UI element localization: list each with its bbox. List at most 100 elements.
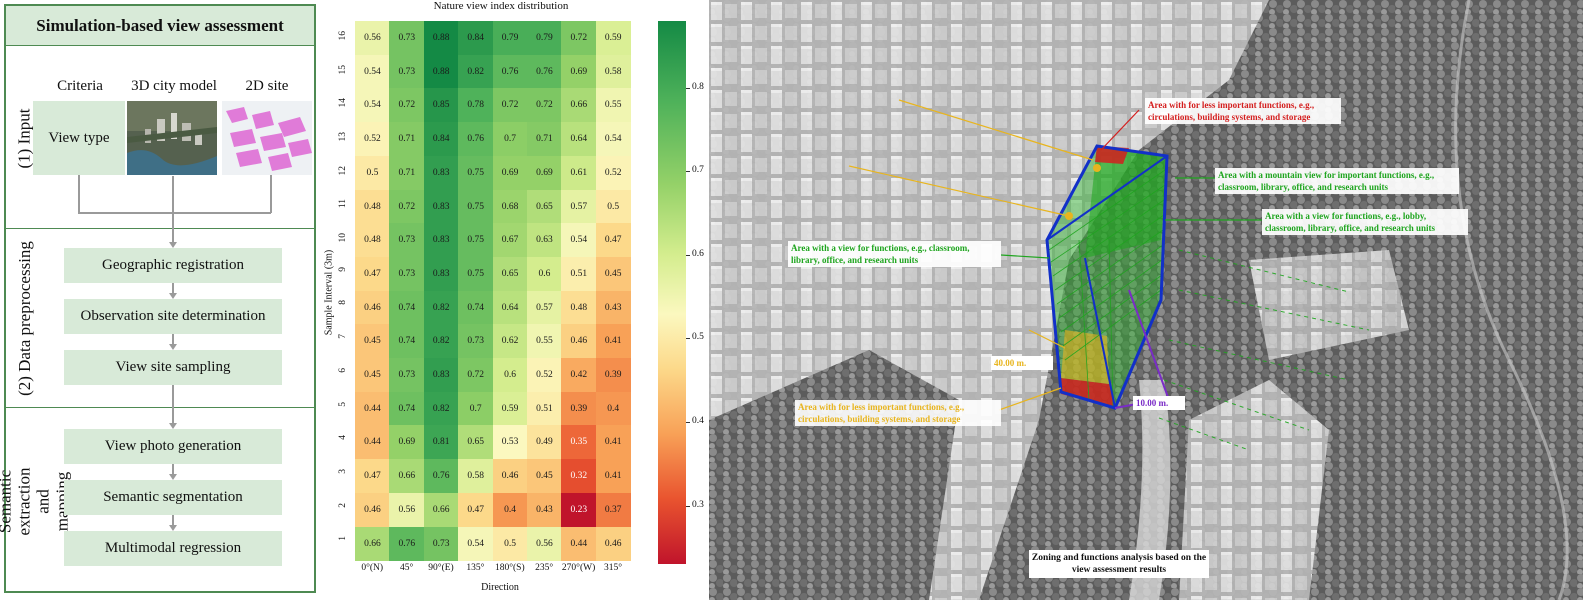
step-view-photo-generation: View photo generation xyxy=(64,429,282,464)
connector xyxy=(172,283,174,293)
heatmap-cell: 0.44 xyxy=(355,425,390,460)
heatmap-y-tick: 12 xyxy=(338,165,348,176)
column-criteria: Criteria xyxy=(57,78,103,94)
heatmap-cell: 0.48 xyxy=(355,189,390,224)
heatmap-cell: 0.43 xyxy=(527,492,562,527)
heatmap-cell: 0.41 xyxy=(595,425,631,460)
heatmap-cell: 0.52 xyxy=(355,122,390,157)
heatmap-cell: 0.74 xyxy=(389,324,425,359)
heatmap-cell: 0.66 xyxy=(561,88,597,123)
heatmap-cell: 0.64 xyxy=(561,122,597,157)
heatmap-cell: 0.75 xyxy=(458,189,494,224)
heatmap-cell: 0.76 xyxy=(389,526,425,561)
heatmap-cell: 0.78 xyxy=(458,88,494,123)
heatmap-cell: 0.6 xyxy=(527,256,562,292)
heatmap-cell: 0.48 xyxy=(355,223,390,258)
heatmap-cell: 0.72 xyxy=(561,21,597,56)
heatmap-cell: 0.41 xyxy=(595,459,631,494)
colorbar-tick xyxy=(686,254,690,256)
heatmap-cell: 0.72 xyxy=(492,88,528,123)
heatmap-cell: 0.79 xyxy=(527,21,562,56)
heatmap-cell: 0.47 xyxy=(355,256,390,292)
heatmap-cell: 0.79 xyxy=(492,21,528,56)
heatmap-cell: 0.7 xyxy=(458,391,494,426)
heatmap-cell: 0.83 xyxy=(423,155,459,190)
heatmap-cell: 0.72 xyxy=(389,189,425,224)
stage-label-preprocessing: (2) Data preprocessing xyxy=(14,241,34,396)
heatmap-cell: 0.71 xyxy=(389,155,425,190)
heatmap-cell: 0.59 xyxy=(492,391,528,426)
heatmap-cell: 0.51 xyxy=(561,256,597,292)
heatmap-cell: 0.62 xyxy=(492,324,528,359)
heatmap-cell: 0.82 xyxy=(423,391,459,426)
view-type-box: View type xyxy=(33,101,125,175)
heatmap-cell: 0.57 xyxy=(561,189,597,224)
heatmap-cell: 0.81 xyxy=(423,425,459,460)
colorbar-tick xyxy=(686,338,690,340)
height-dimension: 40.00 m. xyxy=(991,356,1053,370)
heatmap-cell: 0.76 xyxy=(423,459,459,494)
heatmap-x-tick: 45° xyxy=(399,563,414,574)
heatmap-cell: 0.76 xyxy=(458,122,494,157)
callout-lobby-view: Area with a view for functions, e.g., lo… xyxy=(1262,209,1468,235)
heatmap-cell: 0.32 xyxy=(561,459,597,494)
heatmap-cell: 0.83 xyxy=(423,256,459,292)
heatmap-cell: 0.46 xyxy=(595,526,631,561)
heatmap-cell: 0.23 xyxy=(561,492,597,527)
heatmap-cell: 0.56 xyxy=(389,492,425,527)
heatmap-x-tick: 235° xyxy=(535,563,554,574)
callout-yellow-area: Area with for less important functions, … xyxy=(795,400,1001,426)
heatmap-cell: 0.69 xyxy=(527,155,562,190)
heatmap-cell: 0.73 xyxy=(389,256,425,292)
heatmap-cell: 0.4 xyxy=(595,391,631,426)
heatmap-cell: 0.39 xyxy=(595,358,631,393)
flowchart-title: Simulation-based view assessment xyxy=(6,6,314,46)
heatmap-y-tick: 3 xyxy=(338,468,348,474)
heatmap-cell: 0.65 xyxy=(458,425,494,460)
map-caption: Zoning and functions analysis based on t… xyxy=(1029,550,1209,578)
heatmap-cell: 0.72 xyxy=(458,358,494,393)
heatmap-cell: 0.76 xyxy=(527,54,562,89)
connector xyxy=(172,385,174,423)
heatmap-cell: 0.46 xyxy=(355,290,390,325)
heatmap-cell: 0.46 xyxy=(355,492,390,527)
heatmap-cell: 0.57 xyxy=(527,290,562,325)
heatmap-cell: 0.53 xyxy=(492,425,528,460)
heatmap-cell: 0.72 xyxy=(389,88,425,123)
heatmap-y-tick: 16 xyxy=(338,30,348,41)
heatmap-x-tick: 0°(N) xyxy=(361,563,384,574)
flowchart-panel: Simulation-based view assessment (1) Inp… xyxy=(0,4,316,593)
heatmap-cell: 0.84 xyxy=(458,21,494,56)
3d-city-model-image xyxy=(127,101,217,175)
heatmap-cell: 0.4 xyxy=(492,492,528,527)
heatmap-cell: 0.71 xyxy=(527,122,562,157)
stage-divider xyxy=(6,407,314,408)
colorbar-tick xyxy=(686,171,690,173)
heatmap-cell: 0.58 xyxy=(595,54,631,89)
heatmap-x-tick: 270°(W) xyxy=(561,563,596,574)
heatmap-cell: 0.45 xyxy=(355,358,390,393)
heatmap-cell: 0.76 xyxy=(492,54,528,89)
heatmap-cell: 0.58 xyxy=(458,459,494,494)
step-view-site-sampling: View site sampling xyxy=(64,350,282,385)
heatmap-cell: 0.54 xyxy=(561,223,597,258)
aerial-view: Area with for less important functions, … xyxy=(709,0,1583,600)
callout-mountain-view: Area with a mountain view for important … xyxy=(1215,168,1459,194)
heatmap-cell: 0.52 xyxy=(595,155,631,190)
heatmap-x-tick: 90°(E) xyxy=(428,563,454,574)
heatmap-cell: 0.54 xyxy=(355,88,390,123)
heatmap-cell: 0.51 xyxy=(527,391,562,426)
heatmap-y-tick: 14 xyxy=(338,98,348,108)
heatmap-cell: 0.43 xyxy=(595,290,631,325)
heatmap-cell: 0.41 xyxy=(595,324,631,359)
heatmap-cell: 0.44 xyxy=(355,391,390,426)
heatmap-cell: 0.83 xyxy=(423,358,459,393)
heatmap-cell: 0.54 xyxy=(458,526,494,561)
heatmap-cell: 0.75 xyxy=(458,256,494,292)
heatmap-cell: 0.64 xyxy=(492,290,528,325)
heatmap-cell: 0.37 xyxy=(595,492,631,527)
heatmap-cell: 0.61 xyxy=(561,155,597,190)
heatmap-cell: 0.82 xyxy=(423,324,459,359)
heatmap-cell: 0.55 xyxy=(595,88,631,123)
step-semantic-segmentation: Semantic segmentation xyxy=(64,480,282,515)
